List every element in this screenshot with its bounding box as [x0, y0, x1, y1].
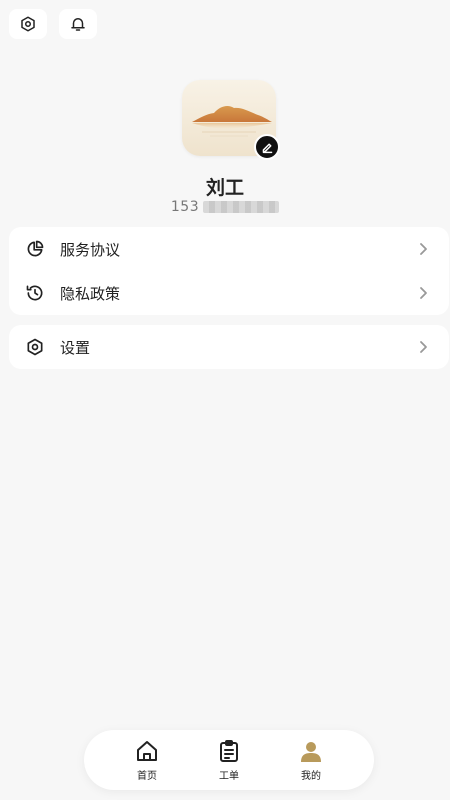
tab-label: 工单: [219, 770, 239, 782]
avatar[interactable]: [182, 80, 280, 160]
menu-item-service-agreement[interactable]: 服务协议: [9, 227, 449, 271]
phone-partial: 3: [189, 199, 200, 215]
menu-item-label: 隐私政策: [60, 284, 121, 303]
menu-item-label: 设置: [60, 338, 91, 357]
settings-hexagon-icon: [21, 16, 35, 32]
bottom-tab-bar: 首页 工单 我的: [84, 730, 374, 790]
bell-icon: [71, 18, 85, 31]
user-phone: 15 3: [0, 199, 450, 215]
clipboard-icon: [220, 739, 238, 762]
home-icon: [137, 740, 157, 761]
tab-work-orders[interactable]: 工单: [204, 739, 254, 782]
pencil-icon: [262, 143, 272, 153]
edit-avatar-button[interactable]: [254, 134, 280, 160]
menu-card-legal: 服务协议 隐私政策: [9, 227, 449, 315]
user-name: 刘工: [205, 177, 244, 199]
history-icon: [25, 283, 45, 303]
phone-prefix: 15: [170, 199, 190, 215]
chevron-right-icon: [420, 243, 427, 255]
tab-mine[interactable]: 我的: [286, 739, 336, 782]
phone-blur-mask: [203, 201, 280, 213]
profile-screen: 刘工 15 3 服务协议 隐私政策 设置 首页 工单 我的: [0, 0, 450, 800]
menu-item-privacy-policy[interactable]: 隐私政策: [9, 271, 449, 315]
tab-home[interactable]: 首页: [122, 739, 172, 782]
menu-item-settings[interactable]: 设置: [9, 325, 449, 369]
pie-chart-icon: [25, 239, 45, 259]
tab-label: 首页: [137, 770, 157, 782]
menu-card-settings: 设置: [9, 325, 449, 369]
user-icon: [301, 741, 321, 762]
chevron-right-icon: [420, 287, 427, 299]
tab-label: 我的: [301, 770, 321, 782]
chevron-right-icon: [420, 341, 427, 353]
settings-hexagon-icon: [25, 337, 45, 357]
menu-item-label: 服务协议: [60, 240, 121, 259]
settings-shortcut-button[interactable]: [9, 9, 47, 39]
notification-button[interactable]: [59, 9, 97, 39]
